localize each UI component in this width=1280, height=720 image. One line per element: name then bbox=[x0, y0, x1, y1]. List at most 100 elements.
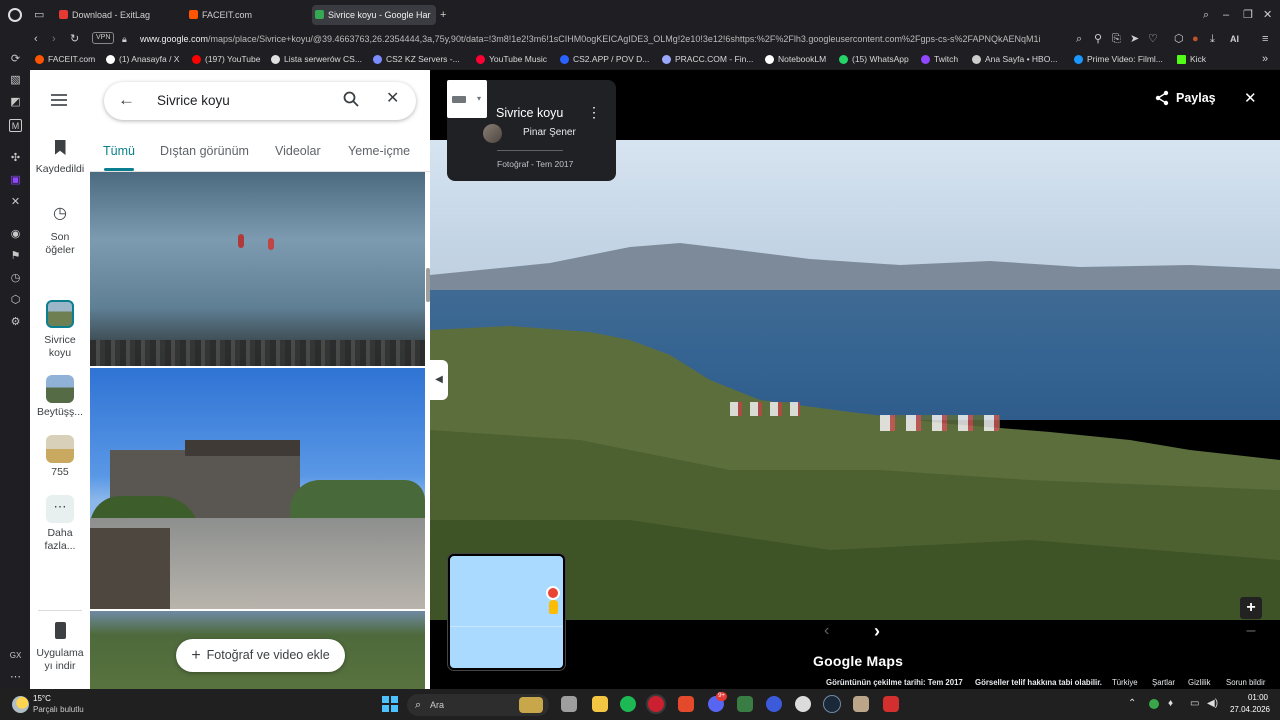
tab-all[interactable]: Tümü bbox=[103, 144, 135, 158]
opera-gx-icon[interactable] bbox=[648, 696, 664, 712]
tray-app-icon[interactable] bbox=[1149, 699, 1159, 709]
reload-icon[interactable]: ↻ bbox=[70, 32, 79, 46]
x-icon[interactable]: ✕ bbox=[9, 196, 22, 209]
add-photo-video-button[interactable]: + Fotoğraf ve video ekle bbox=[176, 639, 345, 672]
zoom-in-button[interactable]: + bbox=[1240, 597, 1262, 619]
minimap[interactable] bbox=[448, 554, 565, 670]
task-view-icon[interactable] bbox=[561, 696, 577, 712]
share-button[interactable]: Paylaş bbox=[1176, 91, 1216, 105]
maximize-icon[interactable]: ❐ bbox=[1243, 8, 1253, 22]
get-app-nav[interactable]: Uygulama yı indir bbox=[30, 622, 90, 673]
recent-nav[interactable]: ◷ Son öğeler bbox=[30, 205, 90, 257]
volume-icon[interactable]: ◀) bbox=[1207, 698, 1218, 709]
terms-link[interactable]: Şartlar bbox=[1152, 678, 1175, 687]
extensions-icon[interactable]: ⬡ bbox=[9, 294, 22, 307]
clock-time[interactable]: 01:00 bbox=[1230, 693, 1268, 702]
settings-icon[interactable]: ⚙ bbox=[9, 316, 22, 329]
back-icon[interactable]: ‹ bbox=[34, 32, 38, 46]
faceit-ac-icon[interactable] bbox=[883, 696, 899, 712]
search-tabs-icon[interactable]: ⌕ bbox=[1203, 8, 1209, 22]
windows-start-icon[interactable] bbox=[382, 696, 398, 712]
new-tab-icon[interactable]: + bbox=[440, 8, 446, 22]
back-arrow-icon[interactable]: ← bbox=[118, 91, 135, 109]
aria-icon[interactable]: ⟳ bbox=[9, 53, 22, 66]
bookmark-cs-servers[interactable]: Lista serwerów CS... bbox=[271, 53, 362, 65]
profile-icon[interactable]: ● bbox=[1192, 32, 1199, 46]
search-input[interactable]: Sivrice koyu bbox=[157, 93, 230, 108]
network-icon[interactable]: ▭ bbox=[1190, 698, 1199, 709]
author-avatar[interactable] bbox=[483, 124, 502, 143]
author-name[interactable]: Pinar Şener bbox=[523, 127, 576, 138]
bookmark-twitch[interactable]: Twitch bbox=[921, 53, 958, 65]
pinboard-icon[interactable]: ⚑ bbox=[9, 250, 22, 263]
game-icon[interactable] bbox=[853, 696, 869, 712]
map-toggle-button[interactable]: ▾ bbox=[447, 80, 487, 118]
gx-corner-icon[interactable]: ◩ bbox=[9, 96, 22, 109]
saved-nav[interactable]: Kaydedildi bbox=[30, 140, 90, 176]
more-bookmarks-icon[interactable]: » bbox=[1262, 52, 1268, 66]
bookmark-x[interactable]: (1) Anasayfa / X bbox=[106, 53, 179, 65]
bookmark-prime-video[interactable]: Prime Video: Filml... bbox=[1074, 53, 1163, 65]
tab-snap-icon[interactable]: ▭ bbox=[34, 8, 44, 22]
bookmark-hbo[interactable]: Ana Sayfa • HBO... bbox=[972, 53, 1057, 65]
weather-icon[interactable] bbox=[12, 696, 29, 713]
bookmark-pracc[interactable]: PRACC.COM - Fin... bbox=[662, 53, 753, 65]
recent-place-sivrice[interactable]: Sivrice koyu bbox=[30, 300, 90, 362]
microphone-icon[interactable]: ♦ bbox=[1168, 698, 1173, 709]
brave-icon[interactable] bbox=[678, 696, 694, 712]
send-icon[interactable]: ➤ bbox=[1130, 32, 1139, 46]
player-icon[interactable]: ▧ bbox=[9, 74, 22, 87]
zoom-icon[interactable]: ⌕ bbox=[1076, 32, 1082, 46]
url-field[interactable]: www.google.com/maps/place/Sivrice+koyu/@… bbox=[140, 32, 1065, 46]
lock-icon[interactable]: 🔒︎ bbox=[122, 32, 127, 46]
bookmark-kick[interactable]: Kick bbox=[1177, 53, 1206, 65]
steam-icon[interactable] bbox=[824, 696, 840, 712]
chrome-icon[interactable] bbox=[795, 696, 811, 712]
minimize-icon[interactable]: – bbox=[1223, 8, 1229, 22]
more-options-icon[interactable]: ⋮ bbox=[587, 104, 601, 121]
app-icon[interactable] bbox=[766, 696, 782, 712]
extensions-icon[interactable]: ⬡ bbox=[1174, 32, 1184, 46]
photo-stone-house[interactable] bbox=[90, 368, 425, 609]
bookmark-notebooklm[interactable]: NotebookLM bbox=[765, 53, 826, 65]
bookmark-kz-servers[interactable]: CS2 KZ Servers -... bbox=[373, 53, 460, 65]
bookmark-youtube[interactable]: (197) YouTube bbox=[192, 53, 260, 65]
temperature[interactable]: 15°C bbox=[33, 694, 51, 703]
bookmark-whatsapp[interactable]: (15) WhatsApp bbox=[839, 53, 909, 65]
tab-faceit[interactable]: FACEIT.com bbox=[186, 5, 306, 25]
tab-exitlag[interactable]: Download - ExitLag bbox=[56, 5, 180, 25]
recent-place-beytussebap[interactable]: Beytüşş... bbox=[30, 375, 90, 420]
collapse-panel-icon[interactable]: ◀ bbox=[430, 360, 448, 400]
search-icon[interactable] bbox=[342, 90, 360, 108]
photo-sea-swimmers[interactable] bbox=[90, 172, 425, 366]
bookmark-youtube-music[interactable]: YouTube Music bbox=[476, 53, 547, 65]
weather-text[interactable]: Parçalı bulutlu bbox=[33, 705, 84, 714]
tab-food[interactable]: Yeme-içme bbox=[348, 144, 410, 158]
music-icon[interactable]: ◉ bbox=[9, 228, 22, 241]
zoom-out-button[interactable]: – bbox=[1240, 622, 1262, 640]
tab-videos[interactable]: Videolar bbox=[275, 144, 321, 158]
file-explorer-icon[interactable] bbox=[592, 696, 608, 712]
forward-icon[interactable]: › bbox=[52, 32, 56, 46]
history-icon[interactable]: ◷ bbox=[9, 272, 22, 285]
prev-photo-icon[interactable]: ‹ bbox=[824, 622, 829, 640]
menu-icon[interactable]: ≡ bbox=[1262, 32, 1268, 46]
ai-button[interactable]: AI bbox=[1230, 32, 1239, 46]
share-icon[interactable] bbox=[1154, 90, 1170, 106]
pin-icon[interactable]: ⚲ bbox=[1094, 32, 1102, 46]
next-photo-icon[interactable]: › bbox=[874, 621, 880, 642]
tab-google-maps[interactable]: Sivrice koyu - Google Har bbox=[312, 5, 436, 25]
heart-icon[interactable]: ♡ bbox=[1148, 32, 1158, 46]
snapshot-icon[interactable]: ⎘ bbox=[1112, 32, 1121, 46]
bookmark-faceit[interactable]: FACEIT.com bbox=[35, 53, 95, 65]
opera-logo-icon[interactable] bbox=[8, 8, 22, 22]
report-problem-link[interactable]: Sorun bildir bbox=[1226, 678, 1265, 687]
clock-date[interactable]: 27.04.2026 bbox=[1222, 705, 1270, 714]
gx-label[interactable]: GX bbox=[9, 649, 22, 662]
taskbar-search[interactable]: ⌕ Ara bbox=[407, 694, 549, 716]
search-box[interactable]: ← Sivrice koyu ✕ bbox=[104, 82, 416, 120]
panorama-photo[interactable] bbox=[430, 140, 1280, 620]
recent-place-755[interactable]: 755 bbox=[30, 435, 90, 480]
tray-expand-icon[interactable]: ⌃ bbox=[1128, 698, 1136, 709]
bookmark-cs2app[interactable]: CS2.APP / POV D... bbox=[560, 53, 649, 65]
